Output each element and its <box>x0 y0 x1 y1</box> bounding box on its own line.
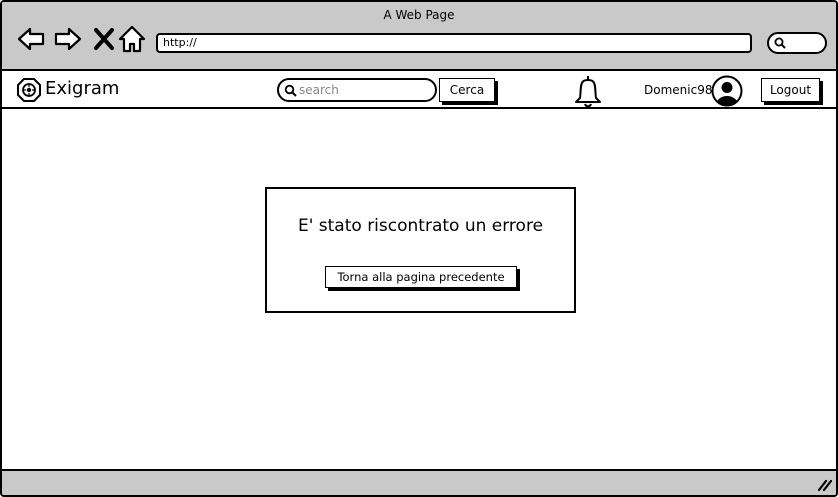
username[interactable]: Domenic98 <box>644 83 712 97</box>
user-avatar-icon <box>711 75 743 107</box>
back-button[interactable] <box>16 24 46 54</box>
error-panel: E' stato riscontrato un errore Torna all… <box>265 187 576 313</box>
notifications-button[interactable] <box>572 74 604 108</box>
logo[interactable] <box>16 77 42 103</box>
forward-button[interactable] <box>53 24 83 54</box>
browser-search-input[interactable] <box>767 32 827 54</box>
logo-icon <box>17 78 41 102</box>
bell-icon <box>575 76 601 108</box>
browser-window: A Web Page http:// Exigram search Cerca … <box>0 0 838 497</box>
home-button[interactable] <box>117 24 147 54</box>
logout-button[interactable]: Logout <box>761 78 820 102</box>
error-message: E' stato riscontrato un errore <box>297 216 544 236</box>
brand-name[interactable]: Exigram <box>45 78 119 100</box>
search-button[interactable]: Cerca <box>439 78 495 102</box>
status-bar <box>2 469 836 495</box>
stop-button[interactable] <box>89 24 119 54</box>
url-input[interactable]: http:// <box>156 33 752 53</box>
resize-handle[interactable] <box>816 477 832 491</box>
arrow-right-icon <box>54 27 82 51</box>
close-icon <box>94 28 114 50</box>
browser-toolbar: A Web Page http:// <box>2 2 836 71</box>
resize-grip-icon <box>817 479 832 491</box>
search-input[interactable] <box>299 82 431 98</box>
main-content: E' stato riscontrato un errore Torna all… <box>2 111 836 469</box>
home-icon <box>118 25 146 53</box>
arrow-left-icon <box>17 27 45 51</box>
search-field[interactable] <box>277 78 437 102</box>
search-icon <box>774 37 786 49</box>
window-title: A Web Page <box>383 8 455 22</box>
app-header: Exigram Cerca Domenic98 <box>2 71 836 109</box>
back-to-previous-page-button[interactable]: Torna alla pagina precedente <box>325 266 517 288</box>
avatar[interactable] <box>711 75 743 107</box>
search-icon <box>284 84 297 97</box>
